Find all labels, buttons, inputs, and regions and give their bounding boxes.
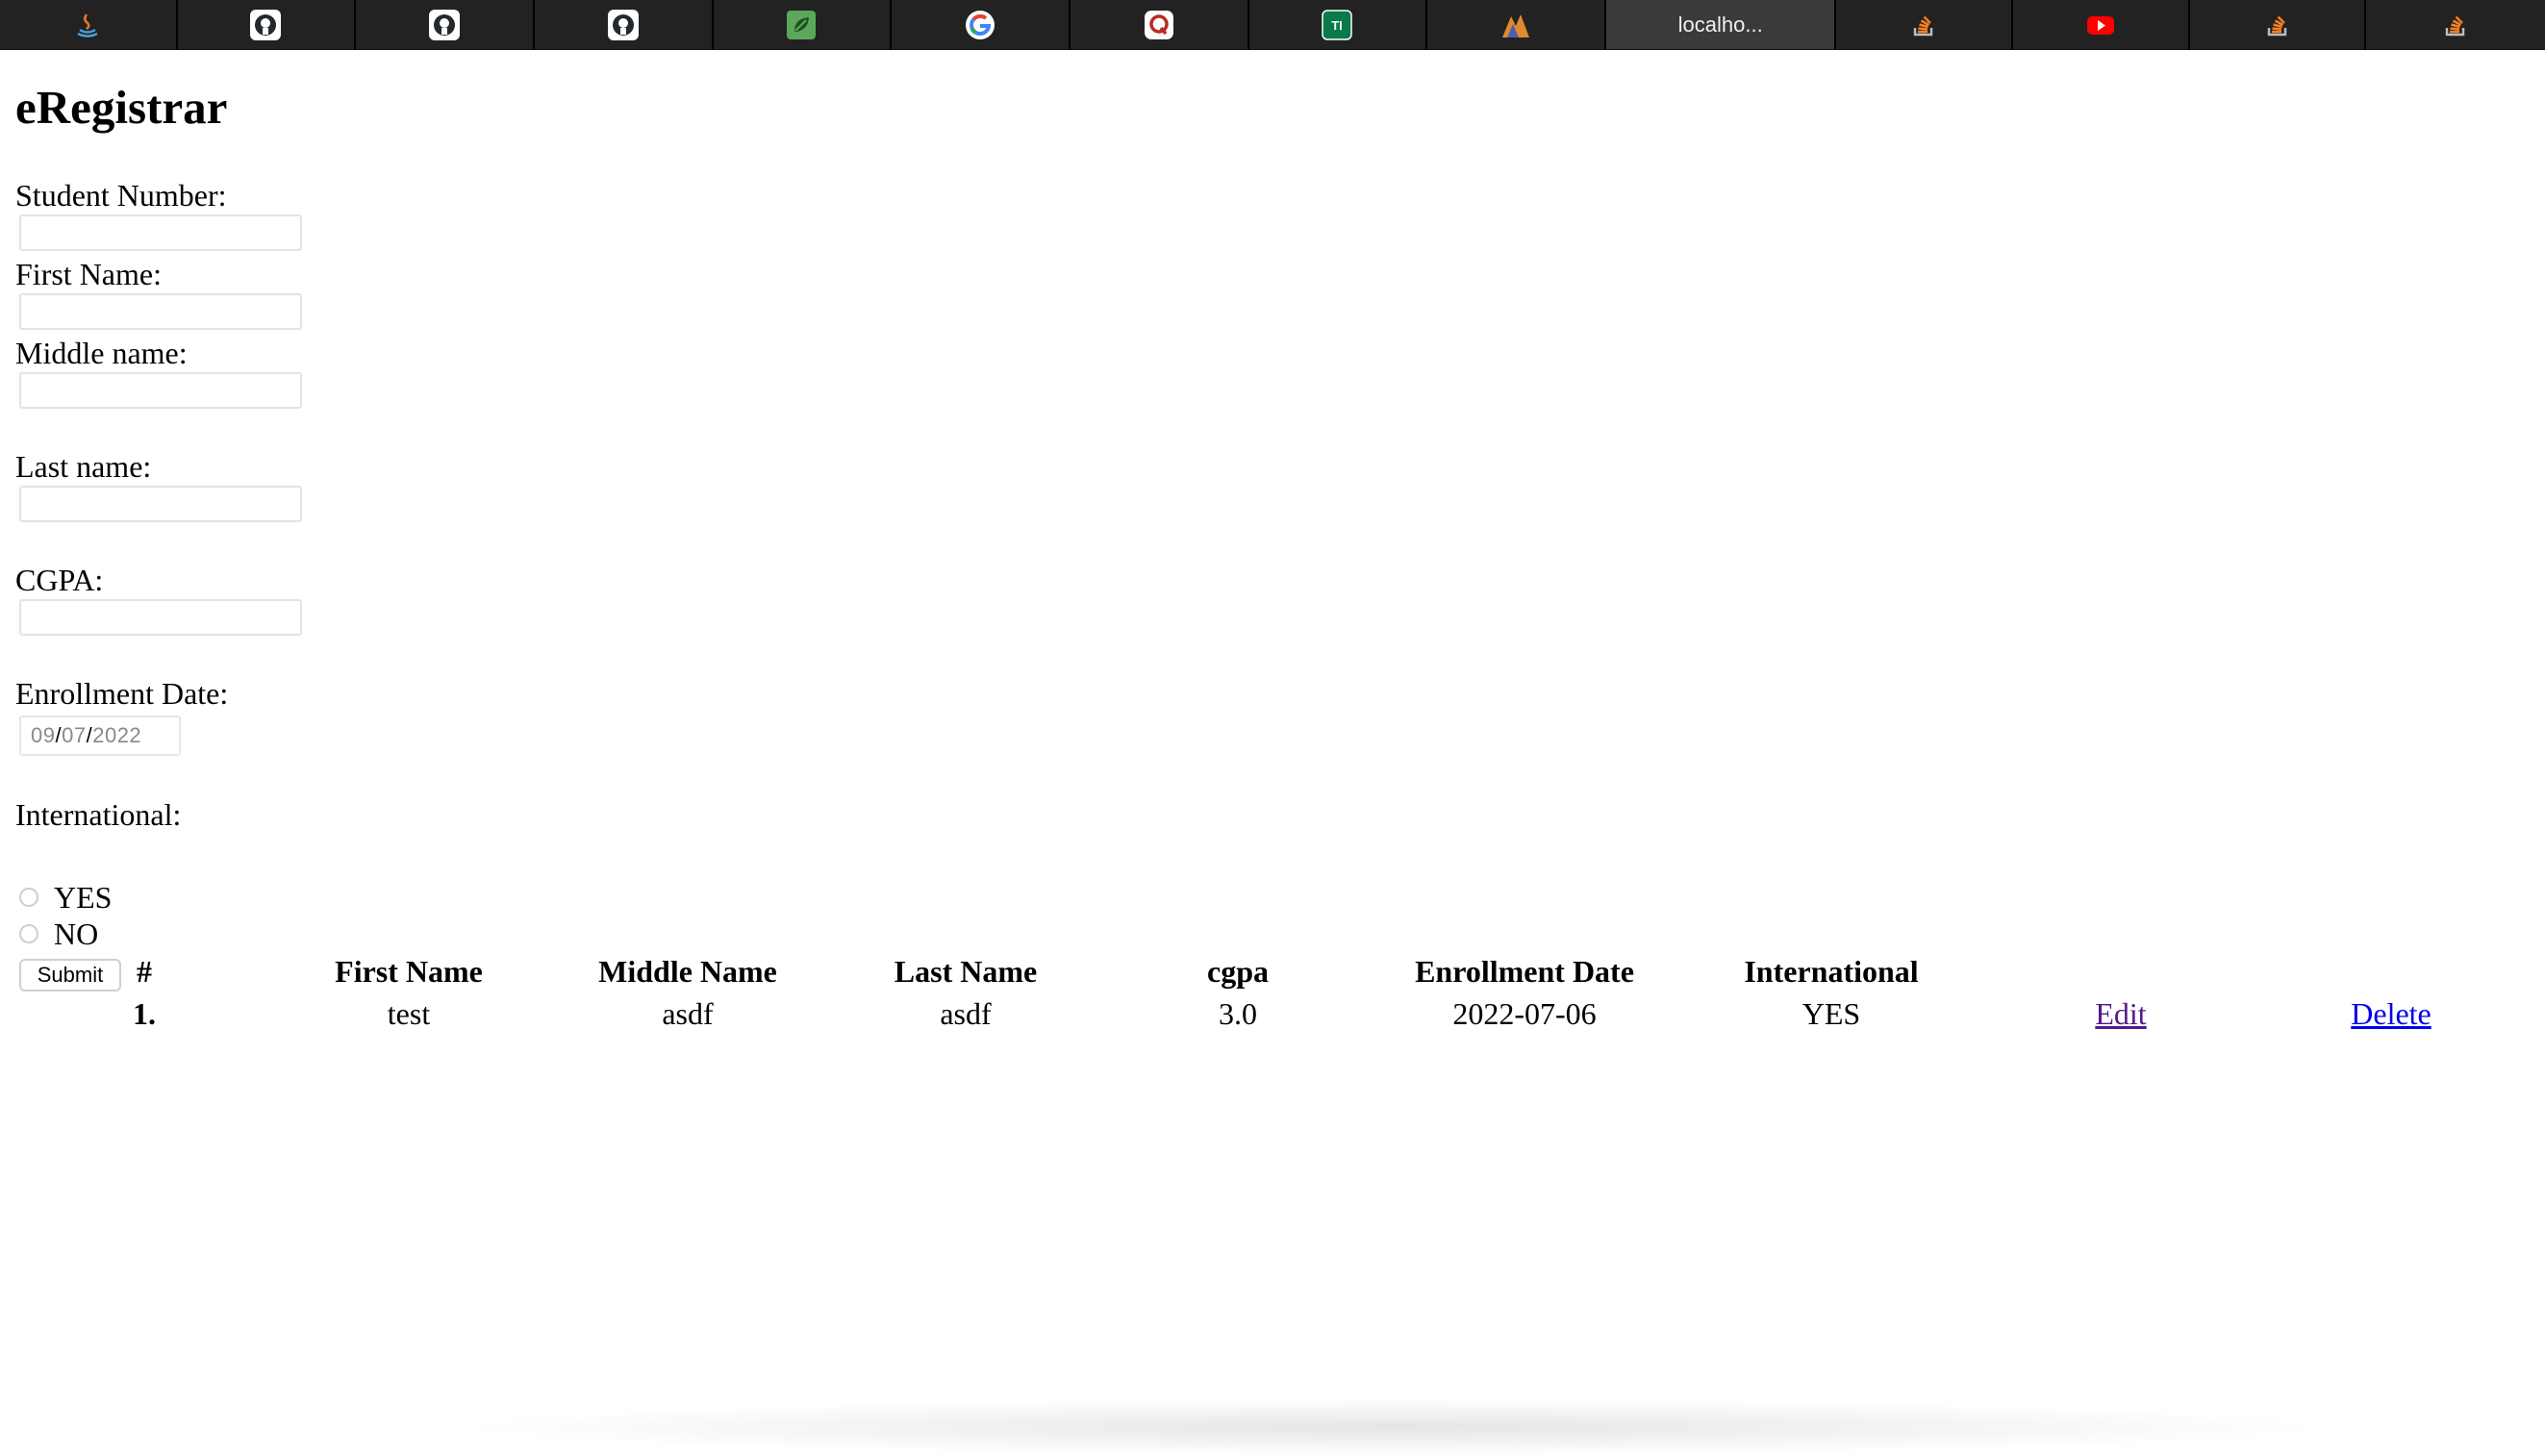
header-enrollment-date: Enrollment Date [1415,954,1634,989]
row-international: YES [1802,996,1861,1031]
date-month[interactable]: 09 [31,723,55,748]
github-icon [429,9,461,40]
page-title: eRegistrar [15,81,228,134]
student-number-label: Student Number: [15,178,227,213]
github-icon [250,9,282,40]
edit-link[interactable]: Edit [2095,998,2146,1029]
cgpa-label: CGPA: [15,563,104,597]
header-number: # [137,954,152,989]
tab-title: localho... [1677,12,1763,37]
enrollment-date-label: Enrollment Date: [15,676,229,711]
header-last-name: Last Name [894,954,1038,989]
java-icon [77,13,98,38]
middle-name-label: Middle name: [15,336,188,370]
row-enrollment-date: 2022-07-06 [1452,996,1597,1031]
tab-github-1[interactable] [178,0,357,49]
no-label: NO [54,916,99,951]
tab-localhost[interactable]: localho... [1605,0,1837,49]
date-day[interactable]: 07 [62,723,86,748]
tab-quora[interactable] [1071,0,1249,49]
stackoverflow-icon [2445,15,2465,36]
middle-name-input[interactable] [19,372,302,409]
first-name-label: First Name: [15,257,162,291]
quora-icon [1144,10,1173,39]
cgpa-input[interactable] [19,599,302,636]
svg-text:TI: TI [1332,18,1344,33]
enrollment-date-input[interactable]: 09/07/2022 [19,715,181,756]
header-middle-name: Middle Name [598,954,777,989]
row-number: 1. [133,996,156,1031]
international-yes-option[interactable]: YES [19,882,112,913]
header-first-name: First Name [335,954,483,989]
yes-label: YES [54,880,113,915]
tab-spring[interactable] [714,0,893,49]
row-first-name: test [387,996,431,1031]
no-radio[interactable] [19,924,38,943]
last-name-label: Last name: [15,449,152,484]
tab-mountain-logo[interactable] [1427,0,1606,49]
tab-stackoverflow-2[interactable] [2190,0,2367,49]
github-icon [607,9,639,40]
youtube-icon [2086,15,2114,35]
tab-java[interactable] [0,0,178,49]
date-separator: / [86,723,93,747]
stackoverflow-icon [1914,15,1933,36]
google-icon [966,10,995,39]
mountain-logo-icon [1502,13,1530,38]
tab-stackoverflow-3[interactable] [2366,0,2545,49]
yes-radio[interactable] [19,888,38,907]
ti-icon: TI [1322,9,1353,40]
row-cgpa: 3.0 [1219,996,1257,1031]
last-name-input[interactable] [19,486,302,522]
tab-github-2[interactable] [356,0,535,49]
date-year[interactable]: 2022 [92,723,141,748]
delete-link[interactable]: Delete [2351,998,2432,1029]
submit-button[interactable]: Submit [19,959,121,992]
row-middle-name: asdf [662,996,714,1031]
window-edge-shadow [452,1398,2337,1456]
student-number-input[interactable] [19,214,302,251]
first-name-input[interactable] [19,293,302,330]
spring-leaf-icon [787,10,817,39]
tab-google[interactable] [892,0,1071,49]
international-no-option[interactable]: NO [19,918,98,949]
row-last-name: asdf [940,996,992,1031]
stackoverflow-icon [2267,15,2286,36]
tab-github-3[interactable] [535,0,714,49]
tab-stackoverflow-1[interactable] [1836,0,2014,49]
header-international: International [1744,954,1919,989]
date-separator: / [55,723,63,747]
browser-tab-bar: TI localho... [0,0,2545,50]
international-label: International: [15,797,182,832]
header-cgpa: cgpa [1207,954,1269,989]
tab-ti[interactable]: TI [1249,0,1428,49]
tab-youtube[interactable] [2013,0,2190,49]
